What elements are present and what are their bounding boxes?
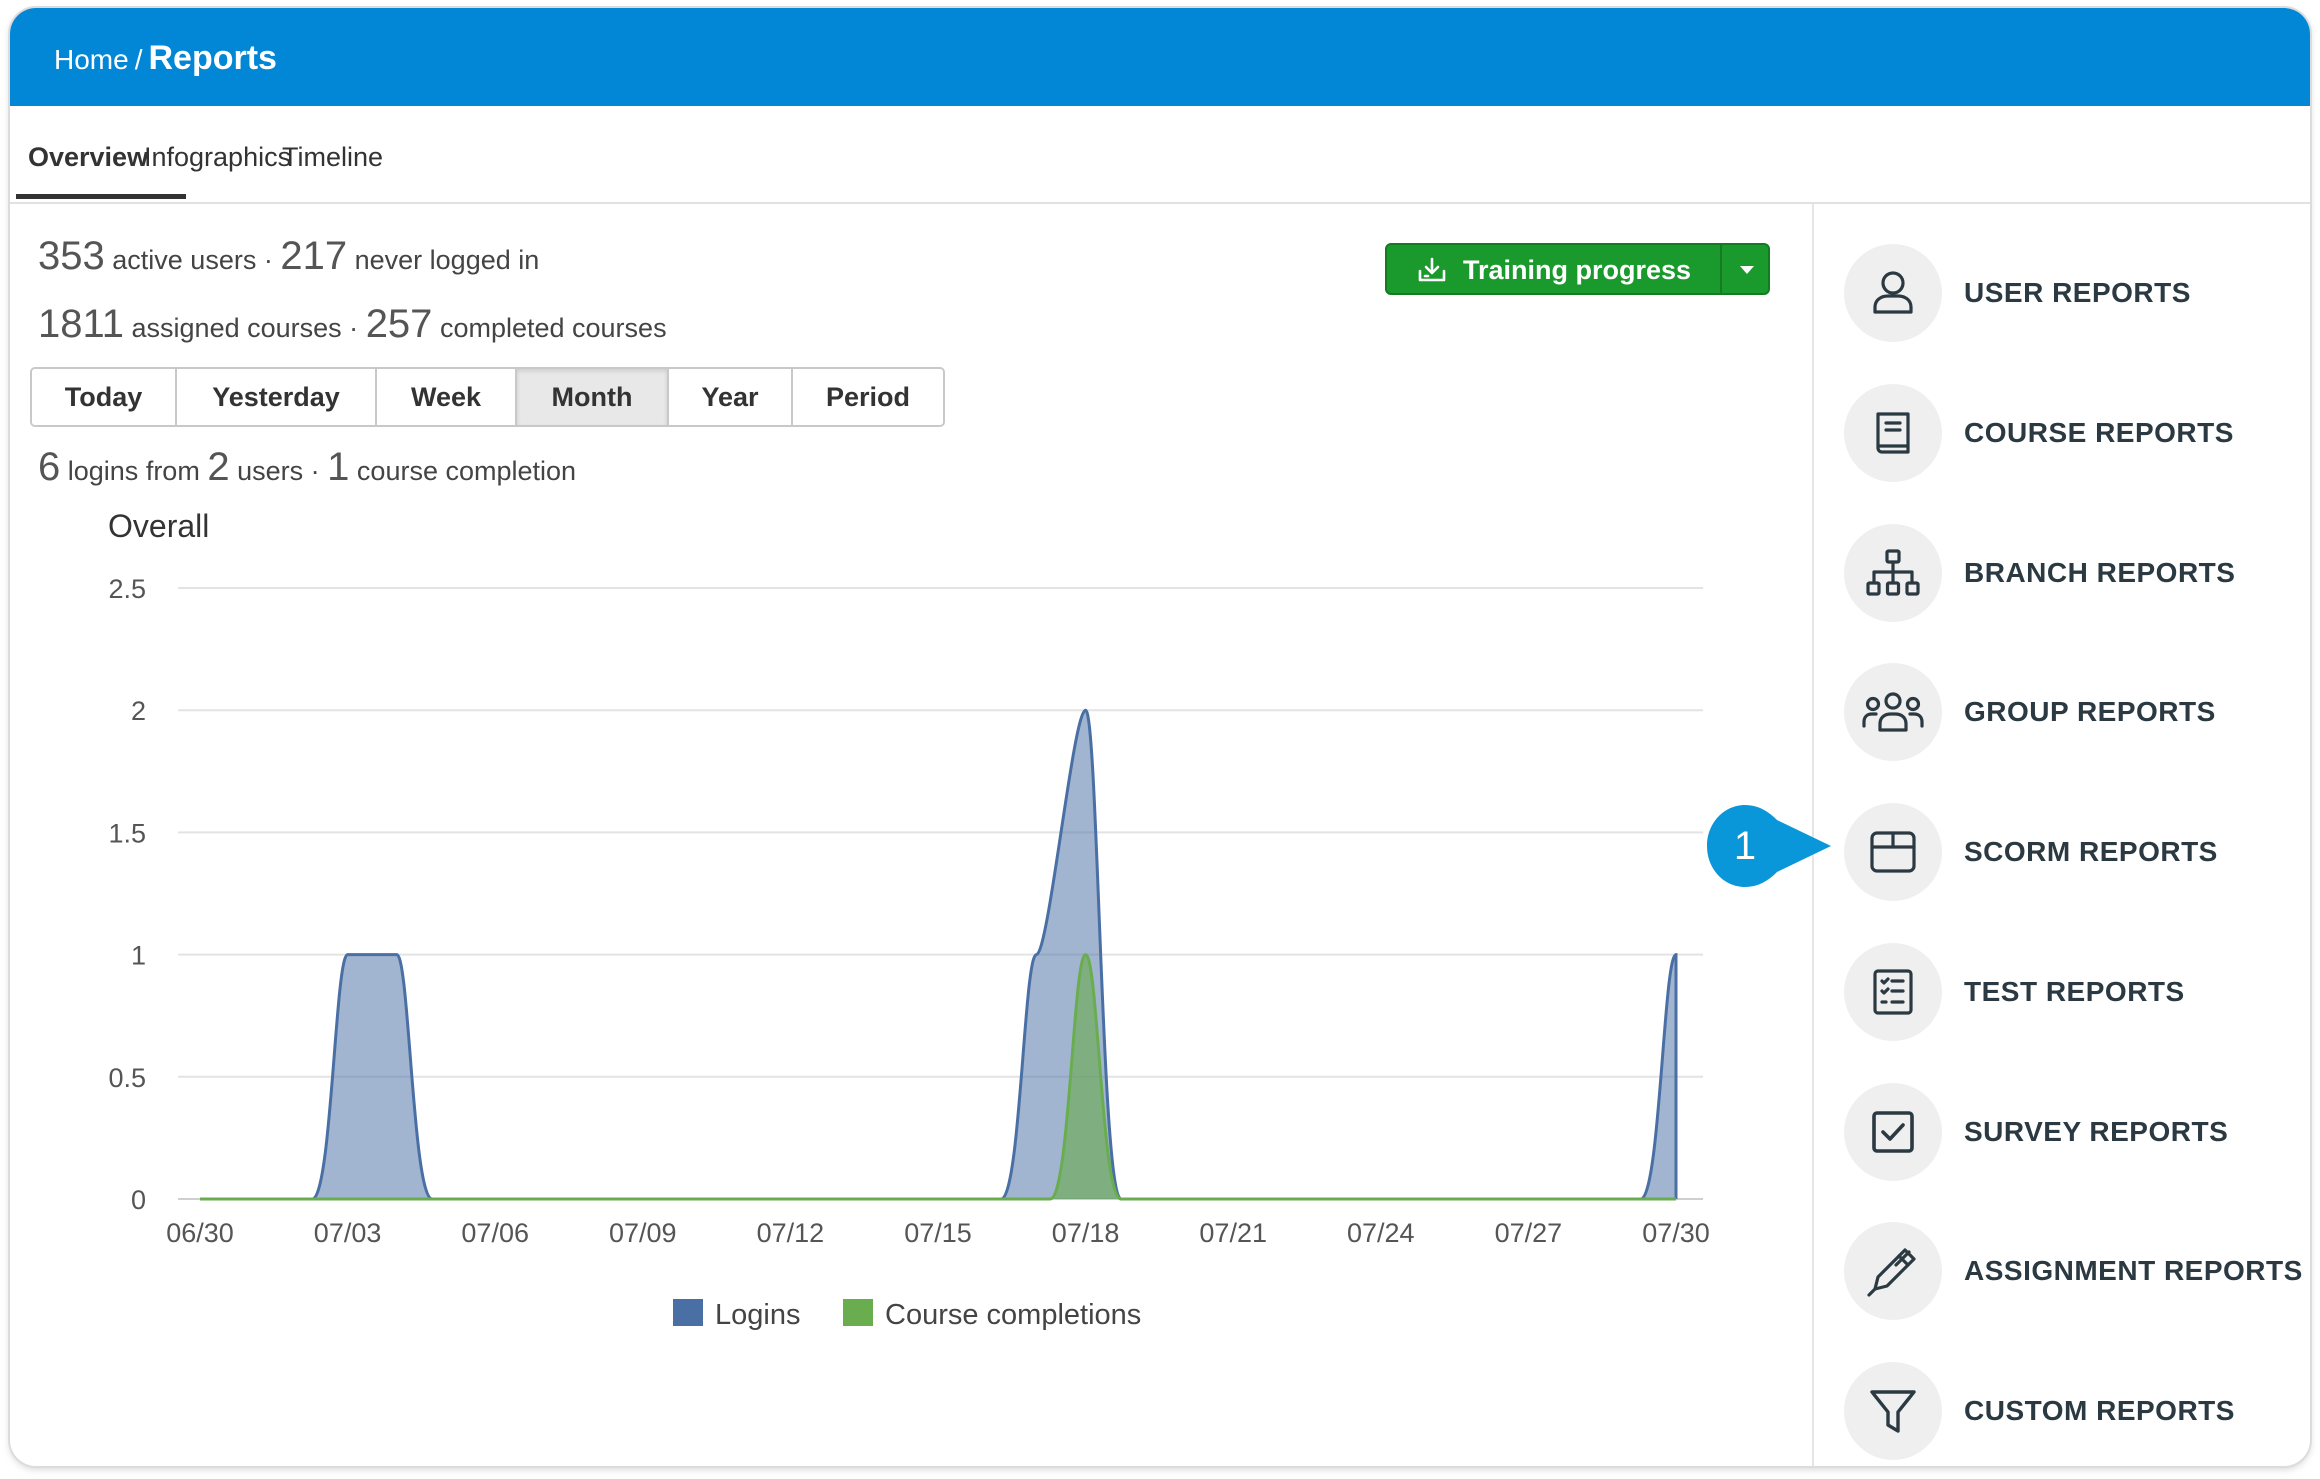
step-callout: 1 (1707, 805, 1837, 887)
user-icon (1844, 244, 1942, 342)
user-reports-label: USER REPORTS (1964, 277, 2191, 308)
assignment-reports-link[interactable]: ASSIGNMENT REPORTS (1844, 1222, 2304, 1322)
book-icon (1844, 384, 1942, 482)
branch-reports-label: BRANCH REPORTS (1964, 557, 2236, 588)
y-tick-label: 0 (131, 1185, 146, 1215)
survey-reports-link[interactable]: SURVEY REPORTS (1844, 1083, 2304, 1183)
overall-chart: 0 0.5 1 1.5 2 2.5 06/30 07/03 07/06 07/09 07/12 07/… (108, 574, 1710, 1331)
survey-reports-label: SURVEY REPORTS (1964, 1116, 2229, 1147)
x-tick-label: 07/30 (1642, 1218, 1710, 1248)
group-icon (1844, 663, 1942, 761)
box-icon (1844, 803, 1942, 901)
checklist-icon (1844, 943, 1942, 1041)
x-tick-label: 07/15 (904, 1218, 972, 1248)
checkbox-icon (1844, 1083, 1942, 1181)
group-reports-link[interactable]: GROUP REPORTS (1844, 663, 2304, 763)
x-tick-label: 07/24 (1347, 1218, 1415, 1248)
reports-page: Home / Reports Overview Infographics Timel… (10, 8, 2310, 1466)
custom-reports-label: CUSTOM REPORTS (1964, 1395, 2235, 1426)
filter-icon (1844, 1362, 1942, 1460)
custom-reports-link[interactable]: CUSTOM REPORTS (1844, 1362, 2304, 1462)
pen-icon (1844, 1222, 1942, 1320)
branch-reports-link[interactable]: BRANCH REPORTS (1844, 524, 2304, 624)
x-tick-label: 07/18 (1052, 1218, 1120, 1248)
group-reports-label: GROUP REPORTS (1964, 696, 2216, 727)
assignment-reports-label: ASSIGNMENT REPORTS (1964, 1255, 2303, 1286)
reports-sidebar: USER REPORTS COURSE REPORTS BRANCH REPOR… (1812, 203, 2310, 1466)
legend-swatch-course-completions (843, 1299, 873, 1326)
legend-label-logins: Logins (715, 1299, 800, 1331)
test-reports-link[interactable]: TEST REPORTS (1844, 943, 2304, 1043)
y-tick-label: 1 (131, 941, 146, 971)
course-reports-link[interactable]: COURSE REPORTS (1844, 384, 2304, 484)
legend-label-course-completions: Course completions (885, 1299, 1141, 1331)
x-tick-label: 07/21 (1199, 1218, 1267, 1248)
course-reports-label: COURSE REPORTS (1964, 417, 2234, 448)
y-tick-label: 1.5 (108, 818, 146, 848)
x-tick-label: 07/09 (609, 1218, 677, 1248)
scorm-reports-link[interactable]: SCORM REPORTS (1844, 803, 2304, 903)
legend-swatch-logins (673, 1299, 703, 1326)
x-tick-label: 06/30 (166, 1218, 234, 1248)
y-tick-label: 2 (131, 696, 146, 726)
scorm-reports-label: SCORM REPORTS (1964, 836, 2218, 867)
x-tick-label: 07/12 (757, 1218, 825, 1248)
test-reports-label: TEST REPORTS (1964, 976, 2185, 1007)
callout-number: 1 (1733, 824, 1757, 868)
y-tick-label: 2.5 (108, 574, 146, 604)
x-tick-label: 07/06 (461, 1218, 529, 1248)
x-tick-label: 07/27 (1495, 1218, 1563, 1248)
y-tick-label: 0.5 (108, 1063, 146, 1093)
x-tick-label: 07/03 (314, 1218, 382, 1248)
sitemap-icon (1844, 524, 1942, 622)
user-reports-link[interactable]: USER REPORTS (1844, 244, 2304, 344)
